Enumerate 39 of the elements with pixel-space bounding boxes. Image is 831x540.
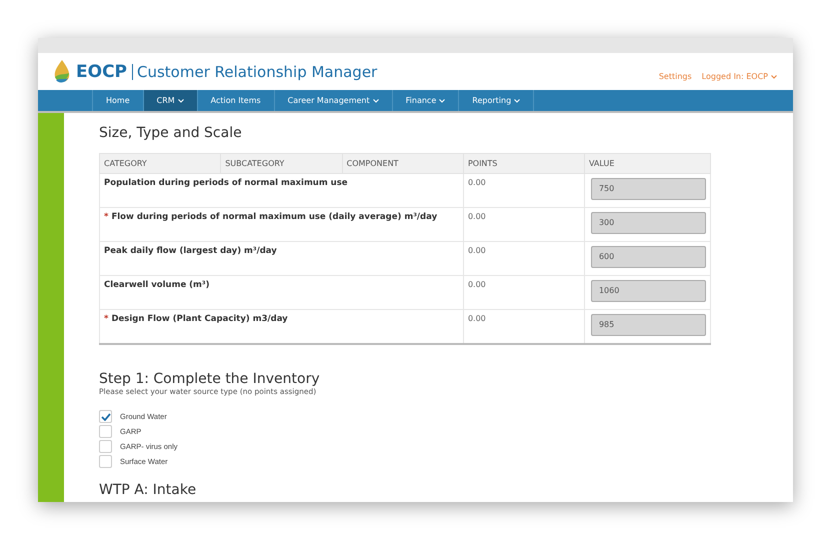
category-label: Clearwell volume (m³) — [104, 280, 210, 290]
category-label: Flow during periods of normal maximum use (daily average) m³/day — [111, 212, 438, 222]
category-label: Design Flow (Plant Capacity) m3/day — [111, 314, 288, 324]
points-value: 0.00 — [468, 314, 486, 323]
column-header: POINTS — [463, 154, 584, 174]
section-title: WTP A: Intake — [99, 482, 198, 498]
points-value: 0.00 — [468, 246, 486, 255]
app-title: Customer Relationship Manager — [137, 62, 378, 80]
nav-tab[interactable]: CRM — [142, 90, 197, 111]
step-title: Step 1: Complete the Inventory — [99, 371, 321, 387]
points-value: 0.00 — [468, 212, 486, 221]
checkbox[interactable] — [99, 425, 112, 438]
required-asterisk: * — [104, 314, 108, 324]
column-header: SUBCATEGORY — [220, 154, 342, 174]
category-label: Population during periods of normal maximum use — [104, 178, 348, 188]
column-header: CATEGORY — [100, 154, 221, 174]
leaf-drop-logo-icon — [52, 58, 72, 84]
checkbox[interactable] — [99, 410, 112, 423]
points-value: 0.00 — [468, 280, 486, 289]
value-field[interactable]: 1060 — [590, 280, 706, 302]
nav-tab[interactable]: Reporting — [458, 90, 534, 111]
value-field[interactable]: 300 — [590, 212, 706, 234]
nav-tab[interactable]: Finance — [392, 90, 458, 111]
header-link[interactable]: Settings — [658, 72, 692, 81]
category-label: Peak daily flow (largest day) m³/day — [104, 246, 277, 256]
required-asterisk: * — [104, 212, 108, 222]
value-field[interactable]: 985 — [590, 314, 706, 336]
value-field[interactable]: 600 — [590, 246, 706, 268]
header-link[interactable]: Logged In: EOCP — [702, 72, 777, 81]
brand-name: EOCP — [76, 64, 133, 80]
checkbox[interactable] — [99, 455, 112, 468]
nav-tab[interactable]: Action Items — [196, 90, 274, 111]
points-value: 0.00 — [468, 178, 486, 187]
column-header: COMPONENT — [342, 154, 464, 174]
nav-tab[interactable]: Career Management — [274, 90, 392, 111]
checkbox[interactable] — [99, 440, 112, 453]
column-header: VALUE — [584, 154, 710, 174]
value-field[interactable]: 750 — [590, 178, 706, 200]
section-title: Size, Type and Scale — [99, 125, 243, 141]
